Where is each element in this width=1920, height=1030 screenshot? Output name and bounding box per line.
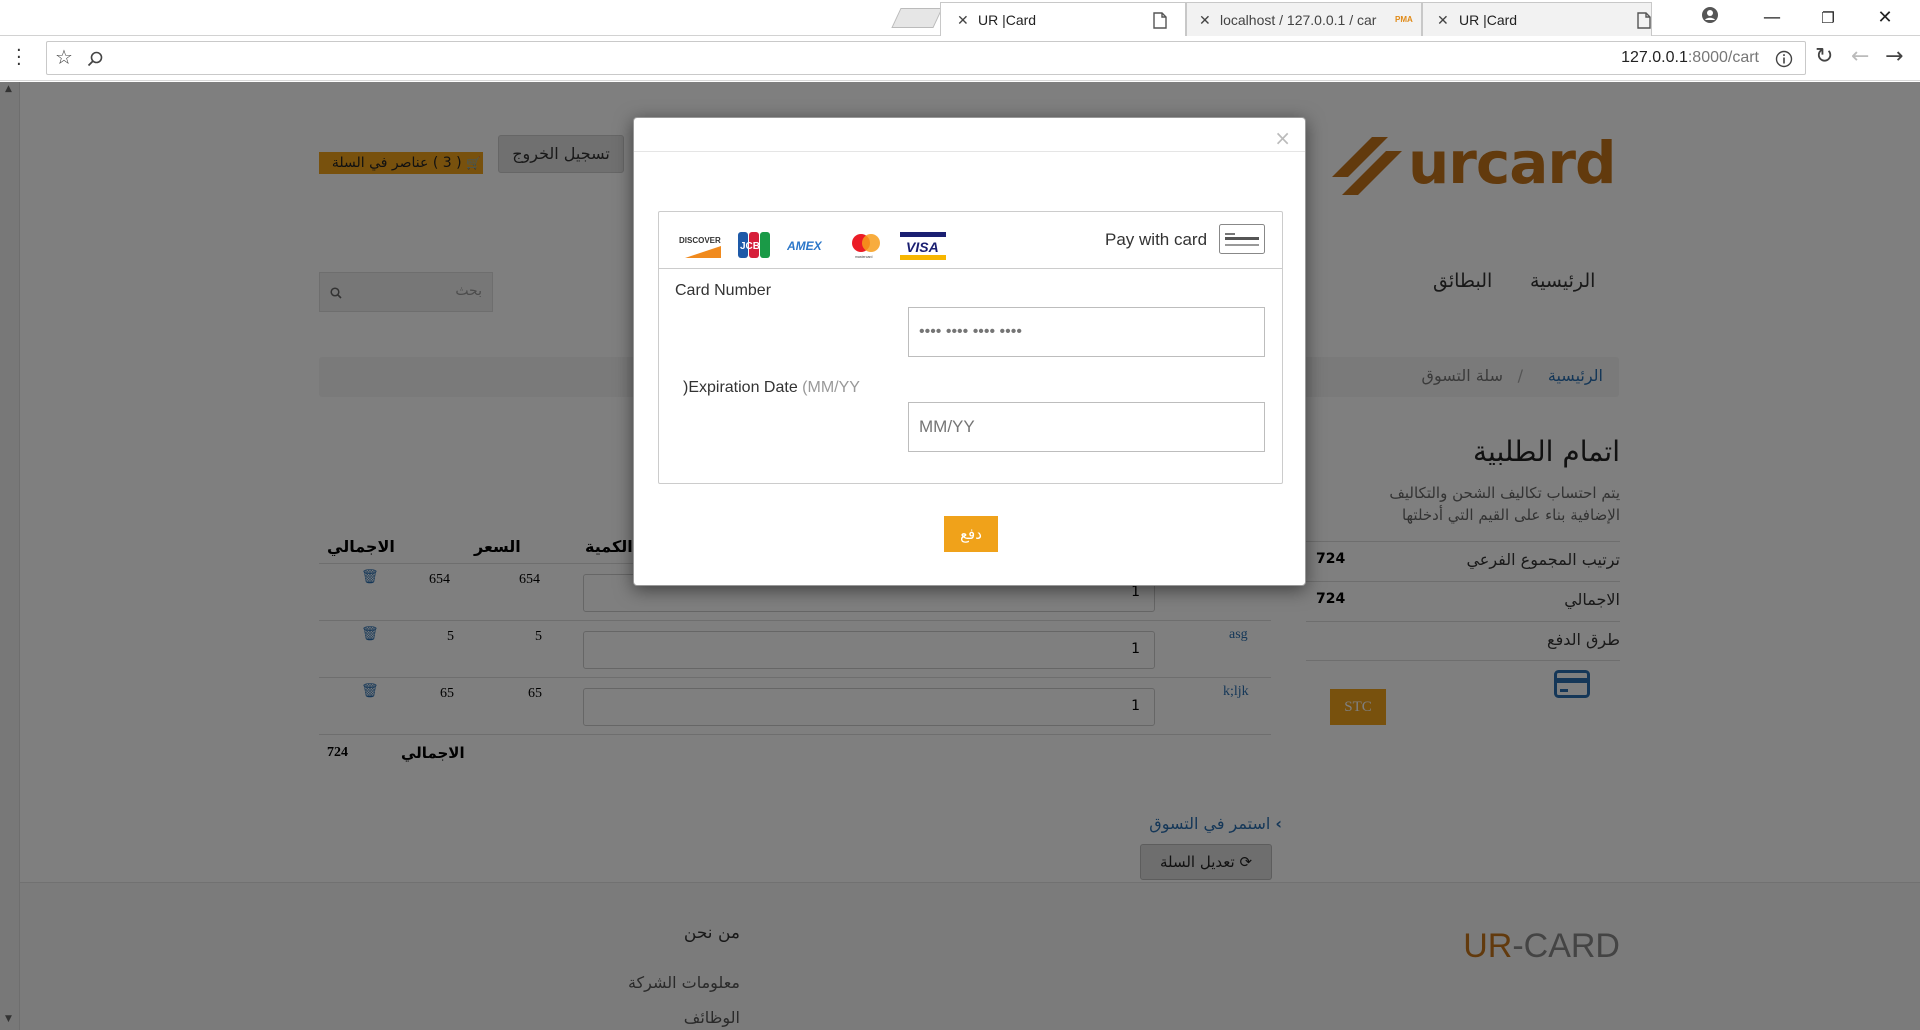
- new-tab-button[interactable]: [891, 8, 943, 28]
- address-bar-row: · · · ☆ 127.0.0.1:8000/cart ↻ ← →: [0, 37, 1920, 81]
- visa-logo-icon: VISA: [900, 232, 946, 260]
- svg-text:JCB: JCB: [740, 241, 760, 252]
- expiration-label: )Expiration Date (MM/YY: [683, 379, 860, 397]
- close-tab-icon[interactable]: ✕: [957, 12, 969, 29]
- bookmark-star-icon[interactable]: ☆: [55, 45, 73, 69]
- tab-title: UR |Card: [1459, 12, 1518, 28]
- info-icon[interactable]: [1775, 50, 1793, 68]
- tab-title: localhost / 127.0.0.1 / car: [1220, 12, 1377, 28]
- page-icon: [1153, 12, 1167, 29]
- url-text[interactable]: 127.0.0.1:8000/cart: [1621, 49, 1759, 67]
- jcb-logo-icon: JCB: [738, 232, 770, 260]
- search-icon: [87, 51, 103, 67]
- tab-title: UR |Card: [978, 12, 1037, 28]
- modal-header: ×: [634, 118, 1305, 152]
- tab-phpmyadmin[interactable]: ✕ localhost / 127.0.0.1 / car PMA: [1186, 2, 1422, 36]
- url-path: :8000/cart: [1687, 49, 1759, 66]
- back-icon[interactable]: ←: [1851, 44, 1869, 69]
- card-form: DISCOVER JCB AMEX mastercard VISA Pay wi…: [658, 211, 1283, 484]
- close-icon[interactable]: ×: [1274, 126, 1291, 150]
- svg-text:mastercard: mastercard: [855, 255, 873, 259]
- card-number-label: Card Number: [675, 282, 772, 299]
- minimize-button[interactable]: —: [1752, 4, 1792, 32]
- pay-button[interactable]: دفع: [944, 516, 998, 552]
- amex-logo-icon: AMEX: [786, 232, 831, 260]
- payment-modal: × DISCOVER JCB AMEX mastercard VISA Pay …: [633, 117, 1306, 586]
- expiration-hint: (MM/YY: [802, 379, 860, 396]
- tab-urcard-1[interactable]: ✕ UR |Card: [940, 2, 1186, 36]
- svg-text:DISCOVER: DISCOVER: [679, 236, 721, 245]
- browser-tab-bar: ✕ UR |Card ✕ localhost / 127.0.0.1 / car…: [0, 0, 1920, 36]
- menu-icon[interactable]: · · ·: [16, 42, 22, 74]
- expiration-label-text: Expiration Date: [688, 379, 798, 396]
- forward-icon[interactable]: →: [1885, 44, 1903, 69]
- card-number-input[interactable]: [908, 307, 1265, 357]
- url-host: 127.0.0.1: [1621, 49, 1688, 66]
- restore-button[interactable]: ❐: [1808, 4, 1848, 32]
- card-reader-icon: [1219, 224, 1265, 254]
- svg-text:VISA: VISA: [906, 239, 939, 255]
- mastercard-logo-icon: mastercard: [849, 232, 883, 260]
- close-window-button[interactable]: ✕: [1865, 4, 1905, 32]
- close-tab-icon[interactable]: ✕: [1437, 12, 1449, 29]
- tab-urcard-2[interactable]: ✕ UR |Card: [1422, 2, 1652, 36]
- omnibox[interactable]: ☆ 127.0.0.1:8000/cart: [46, 41, 1806, 75]
- card-form-header: DISCOVER JCB AMEX mastercard VISA Pay wi…: [659, 212, 1282, 269]
- discover-logo-icon: DISCOVER: [679, 232, 721, 260]
- page-icon: [1637, 12, 1651, 29]
- pma-icon: PMA: [1395, 15, 1413, 24]
- expiration-input[interactable]: [908, 402, 1265, 452]
- pay-with-card-label: Pay with card: [1105, 230, 1208, 249]
- reload-icon[interactable]: ↻: [1815, 44, 1833, 69]
- close-tab-icon[interactable]: ✕: [1199, 12, 1211, 29]
- profile-icon[interactable]: [1701, 6, 1719, 24]
- svg-text:AMEX: AMEX: [787, 239, 823, 253]
